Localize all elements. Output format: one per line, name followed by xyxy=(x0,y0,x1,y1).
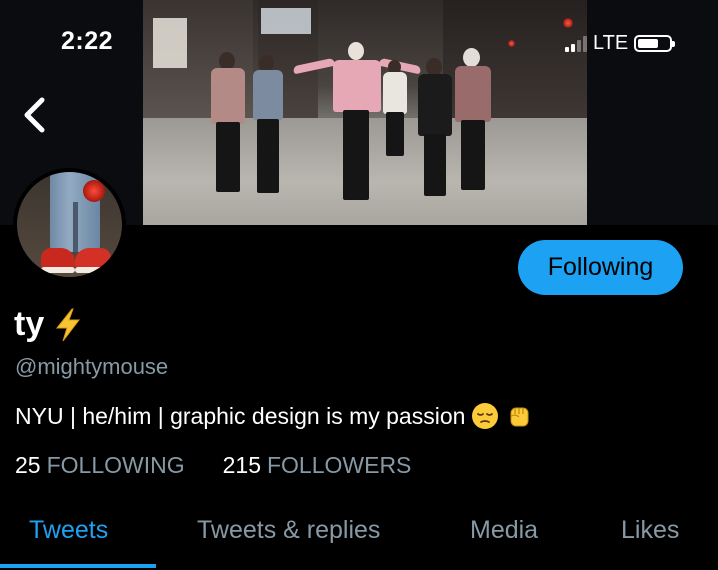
following-count: 25 xyxy=(15,452,41,478)
display-name-row: ty xyxy=(14,305,82,344)
tab-tweets[interactable]: Tweets xyxy=(29,516,108,545)
followers-count-link[interactable]: 215 FOLLOWERS xyxy=(223,452,412,479)
battery-icon xyxy=(634,34,676,52)
status-indicators: LTE xyxy=(565,30,676,56)
follow-stats: 25 FOLLOWING 215 FOLLOWERS xyxy=(15,452,411,479)
lightning-bolt-icon xyxy=(56,308,81,341)
profile-tabs: Tweets Tweets & replies Media Likes xyxy=(0,500,718,570)
raised-fist-icon xyxy=(510,407,529,427)
following-count-link[interactable]: 25 FOLLOWING xyxy=(15,452,185,479)
banner-photo xyxy=(143,0,587,225)
active-tab-indicator xyxy=(0,564,156,568)
chevron-left-icon[interactable] xyxy=(18,95,52,135)
pensive-face-icon xyxy=(472,403,499,429)
tab-likes[interactable]: Likes xyxy=(621,516,679,545)
following-label: FOLLOWING xyxy=(46,452,185,478)
bio: NYU | he/him | graphic design is my pass… xyxy=(15,402,533,430)
following-button[interactable]: Following xyxy=(518,240,683,295)
followers-count: 215 xyxy=(222,452,261,478)
avatar[interactable] xyxy=(13,168,126,281)
network-type: LTE xyxy=(593,31,629,54)
tab-media[interactable]: Media xyxy=(470,516,538,545)
status-time: 2:22 xyxy=(61,27,114,55)
display-name: ty xyxy=(14,305,45,343)
followers-label: FOLLOWERS xyxy=(266,452,412,478)
bio-text: NYU | he/him | graphic design is my pass… xyxy=(15,402,466,429)
tab-tweets-and-replies[interactable]: Tweets & replies xyxy=(197,516,380,545)
handle: @mightymouse xyxy=(15,354,169,379)
cellular-signal-icon xyxy=(565,35,587,52)
